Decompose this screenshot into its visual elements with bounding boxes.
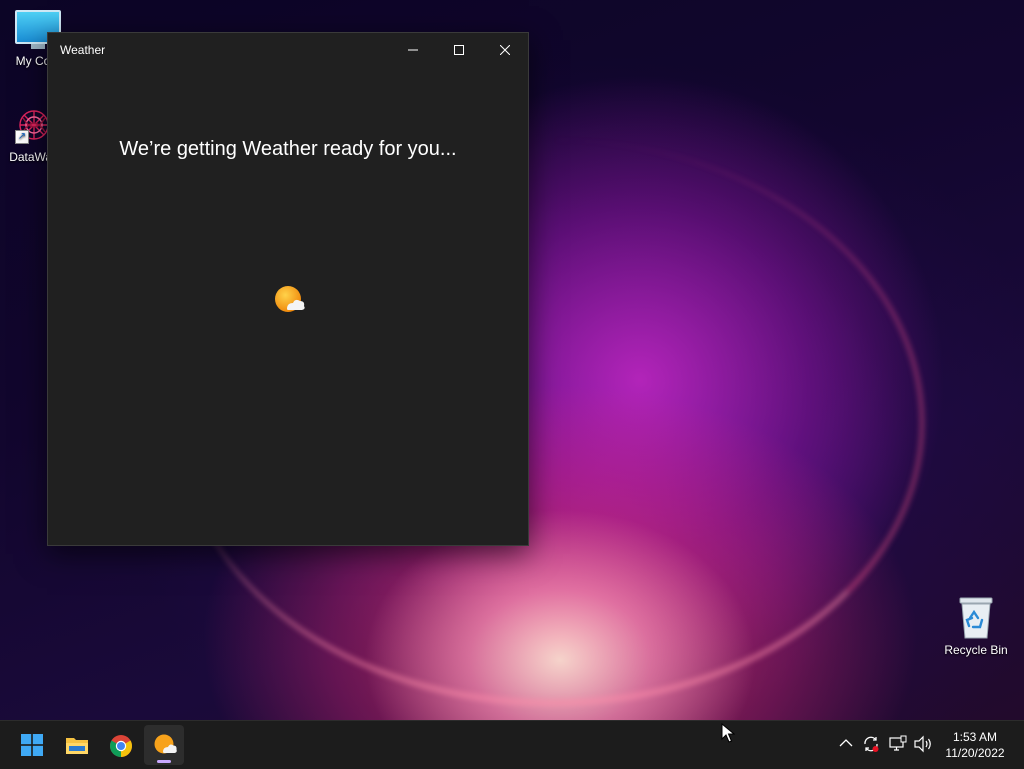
window-titlebar[interactable]: Weather xyxy=(48,33,528,67)
recycle-bin-icon xyxy=(959,597,993,639)
mouse-cursor-icon xyxy=(721,723,735,743)
clock-date: 11/20/2022 xyxy=(945,746,1005,760)
weather-icon xyxy=(154,734,177,754)
window-title: Weather xyxy=(60,43,106,57)
maximize-button[interactable] xyxy=(436,33,482,67)
desktop: My Com ↗ DataWag Recycle Bin Weather We’… xyxy=(0,0,1024,720)
close-icon xyxy=(500,45,510,55)
maximize-icon xyxy=(454,45,464,55)
minimize-button[interactable] xyxy=(390,33,436,67)
close-button[interactable] xyxy=(482,33,528,67)
shortcut-arrow-icon: ↗ xyxy=(15,130,29,144)
system-clock[interactable]: 1:53 AM 11/20/2022 xyxy=(936,729,1014,761)
active-app-indicator xyxy=(157,760,171,763)
chevron-up-icon[interactable] xyxy=(839,738,853,748)
volume-icon[interactable] xyxy=(913,735,933,753)
loading-message: We’re getting Weather ready for you... xyxy=(119,138,457,160)
network-icon[interactable] xyxy=(889,735,907,753)
start-button[interactable] xyxy=(12,725,52,765)
desktop-icon-recycle-bin[interactable]: Recycle Bin xyxy=(938,596,1014,657)
sync-icon[interactable] xyxy=(862,735,880,753)
chrome-icon xyxy=(110,735,132,757)
windows-start-icon xyxy=(21,734,43,756)
taskbar-file-explorer[interactable] xyxy=(56,725,96,765)
weather-window: Weather We’re getting Weather ready for … xyxy=(47,32,529,546)
minimize-icon xyxy=(408,49,418,51)
weather-sun-cloud-icon xyxy=(275,286,305,312)
desktop-icon-label: Recycle Bin xyxy=(944,643,1008,657)
clock-time: 1:53 AM xyxy=(952,730,998,744)
folder-icon xyxy=(66,738,88,754)
taskbar-chrome[interactable] xyxy=(100,725,140,765)
taskbar-weather[interactable] xyxy=(144,725,184,765)
taskbar: 1:53 AM 11/20/2022 xyxy=(0,720,1024,769)
